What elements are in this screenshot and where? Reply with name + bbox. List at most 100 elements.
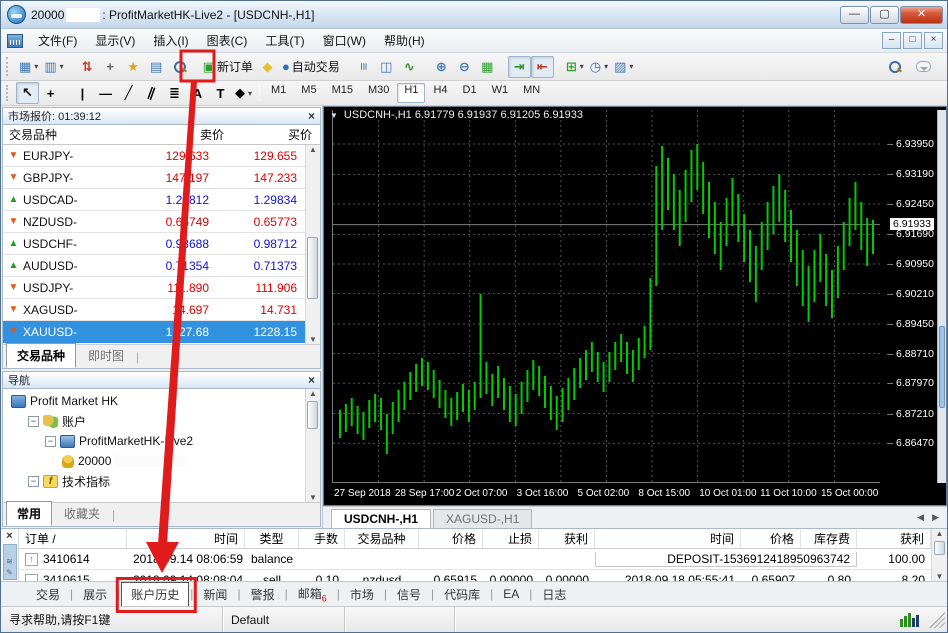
tree-item-20000[interactable]: 20000 — [3, 451, 305, 471]
terminal-column-header[interactable]: 获利 — [857, 529, 931, 548]
chart-tab-0[interactable]: USDCNH-,H1 — [331, 509, 431, 528]
child-restore-button[interactable]: □ — [903, 32, 922, 49]
chart-shift-button[interactable]: ⇥ — [508, 56, 531, 78]
terminal-column-header[interactable]: 时间 — [595, 529, 741, 548]
chevron-down-icon[interactable]: ▼ — [330, 111, 338, 120]
tree-item-技术指标[interactable]: −f技术指标 — [3, 471, 305, 491]
scrollbar-thumb[interactable] — [307, 237, 318, 299]
bar-chart-button[interactable]: ≡ — [352, 56, 375, 78]
chart-window[interactable]: ▼ USDCNH-,H1 6.91779 6.91937 6.91205 6.9… — [323, 106, 947, 506]
chart-plot[interactable] — [332, 110, 880, 483]
market-watch-scrollbar[interactable]: ▲ ▼ — [305, 145, 320, 344]
navigator-scrollbar[interactable]: ▲ ▼ — [305, 389, 320, 502]
data-window-button[interactable]: + — [99, 56, 122, 78]
tree-item-账户[interactable]: −账户 — [3, 411, 305, 431]
menu-item-1[interactable]: 显示(V) — [86, 29, 144, 52]
restore-button[interactable]: ▢ — [870, 6, 899, 24]
scroll-down-icon[interactable]: ▼ — [309, 335, 317, 344]
tree-item-profitmarkethk-live2[interactable]: −ProfitMarketHK-Live2 — [3, 431, 305, 451]
menu-item-6[interactable]: 帮助(H) — [375, 29, 434, 52]
candlestick-chart-button[interactable]: ◫ — [375, 56, 398, 78]
terminal-tab-5[interactable]: 邮箱6 — [289, 582, 336, 606]
toolbar-grip[interactable] — [6, 85, 11, 102]
timeframe-m1-button[interactable]: M1 — [264, 83, 293, 103]
terminal-scrollbar[interactable]: ▲ ▼ — [931, 529, 947, 581]
timeframe-w1-button[interactable]: W1 — [485, 83, 516, 103]
market-watch-row[interactable]: ▲AUDUSD-0.713540.71373 — [3, 255, 305, 277]
trendline-button[interactable]: ╱ — [117, 82, 140, 104]
market-watch-row[interactable]: ▼XAUUSD-1227.681228.15 — [3, 321, 305, 343]
child-minimize-button[interactable]: – — [882, 32, 901, 49]
market-watch-row[interactable]: ▼USDJPY-111.890111.906 — [3, 277, 305, 299]
crosshair-button[interactable]: + — [39, 82, 62, 104]
tree-expander-icon[interactable]: − — [28, 416, 39, 427]
strategy-tester-button[interactable] — [168, 56, 191, 78]
chevron-down-icon[interactable]: ▾ — [60, 62, 64, 71]
vertical-line-button[interactable]: | — [71, 82, 94, 104]
market-watch-row[interactable]: ▲USDCAD-1.298121.29834 — [3, 189, 305, 211]
text-label-button[interactable]: T — [209, 82, 232, 104]
tree-expander-icon[interactable]: − — [28, 476, 39, 487]
auto-scroll-button[interactable]: ⇤ — [531, 56, 554, 78]
scroll-up-icon[interactable]: ▲ — [936, 529, 944, 538]
resize-grip[interactable] — [929, 612, 945, 628]
chevron-down-icon[interactable]: ▾ — [34, 62, 38, 71]
toolbar-grip[interactable] — [6, 57, 11, 76]
terminal-column-header[interactable]: 交易品种 — [345, 529, 419, 548]
templates-button[interactable]: ▨▾ — [611, 56, 636, 78]
close-button[interactable]: ✕ — [900, 6, 943, 24]
market-watch-tab-1[interactable]: 即时图 — [77, 343, 135, 368]
close-icon[interactable]: × — [308, 111, 315, 121]
terminal-row[interactable]: ↑34106142018.09.14 08:06:59balanceDEPOSI… — [19, 549, 931, 570]
terminal-grip-icon[interactable]: ≋✎ — [3, 544, 17, 580]
cursor-button[interactable]: ↖ — [16, 82, 39, 104]
metaeditor-button[interactable]: ◆ — [256, 56, 279, 78]
timeframe-m30-button[interactable]: M30 — [361, 83, 396, 103]
tab-scroll-left-icon[interactable]: ◀ — [917, 512, 924, 523]
scrollbar-thumb[interactable] — [307, 401, 318, 430]
navigator-button[interactable]: ★ — [122, 56, 145, 78]
tree-expander-icon[interactable]: − — [45, 436, 56, 447]
terminal-tab-4[interactable]: 警报 — [242, 583, 284, 606]
terminal-column-header[interactable]: 止损 — [483, 529, 539, 548]
chat-button[interactable] — [912, 56, 935, 78]
periods-button[interactable]: ◷▾ — [587, 56, 611, 78]
indicators-button[interactable]: ⊞▾ — [563, 56, 587, 78]
chart-tab-1[interactable]: XAGUSD-,H1 — [433, 509, 532, 528]
terminal-column-header[interactable]: 时间 — [127, 529, 245, 548]
market-watch-row[interactable]: ▼XAGUSD-14.69714.731 — [3, 299, 305, 321]
autotrading-button[interactable]: ●自动交易 — [279, 56, 343, 78]
terminal-tab-2[interactable]: 账户历史 — [121, 582, 189, 607]
terminal-column-header[interactable]: 手数 — [299, 529, 345, 548]
terminal-tab-3[interactable]: 新闻 — [194, 583, 236, 606]
terminal-column-header[interactable]: 价格 — [419, 529, 483, 548]
navigator-tab-1[interactable]: 收藏夹 — [53, 501, 111, 526]
equidistant-channel-button[interactable]: ∥ — [140, 82, 163, 104]
terminal-column-header[interactable]: 价格 — [741, 529, 801, 548]
terminal-column-header[interactable]: 订单 / — [19, 529, 127, 548]
scrollbar-thumb[interactable] — [934, 541, 945, 555]
tile-windows-button[interactable]: ▦ — [476, 56, 499, 78]
tree-item-profit-market-hk[interactable]: Profit Market HK — [3, 391, 305, 411]
timeframe-m15-button[interactable]: M15 — [325, 83, 360, 103]
market-watch-button[interactable]: ⇅ — [76, 56, 99, 78]
timeframe-h1-button[interactable]: H1 — [397, 83, 425, 103]
terminal-tab-9[interactable]: EA — [494, 584, 528, 604]
arrows-button[interactable]: ◆▾ — [232, 82, 255, 104]
terminal-column-header[interactable]: 类型 — [245, 529, 299, 548]
market-watch-row[interactable]: ▼EURJPY-129.633129.655 — [3, 145, 305, 167]
terminal-row[interactable]: 34106152018.09.14 08:08:04sell0.10nzdusd… — [19, 570, 931, 581]
chart-scrollbar[interactable] — [937, 110, 946, 483]
timeframe-mn-button[interactable]: MN — [516, 83, 547, 103]
chevron-down-icon[interactable]: ▾ — [580, 62, 584, 71]
timeframe-h4-button[interactable]: H4 — [426, 83, 454, 103]
search-button[interactable] — [883, 56, 906, 78]
horizontal-line-button[interactable]: — — [94, 82, 117, 104]
terminal-tab-6[interactable]: 市场 — [341, 583, 383, 606]
profiles-button[interactable]: ▥▾ — [41, 56, 66, 78]
timeframe-d1-button[interactable]: D1 — [456, 83, 484, 103]
new-chart-button[interactable]: ▦▾ — [16, 56, 41, 78]
close-icon[interactable]: × — [6, 529, 12, 543]
market-watch-row[interactable]: ▲USDCHF-0.986880.98712 — [3, 233, 305, 255]
market-watch-row[interactable]: ▼GBPJPY-147.197147.233 — [3, 167, 305, 189]
